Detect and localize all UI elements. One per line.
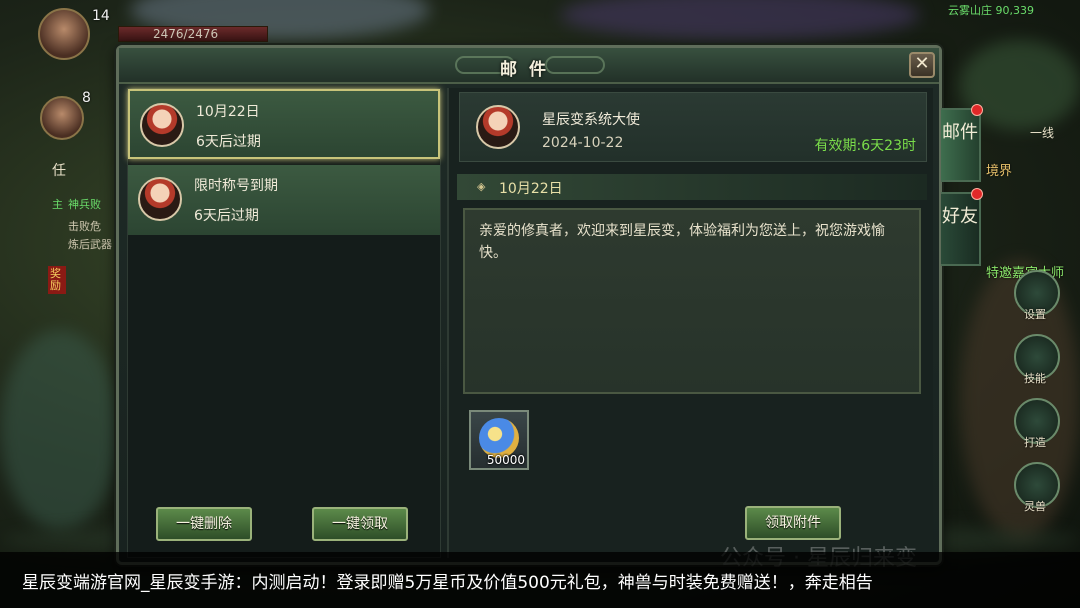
notification-dot-icon <box>971 188 983 200</box>
claim-all-button[interactable]: 一键领取 <box>312 507 408 541</box>
skills-label: 技能 <box>1024 372 1046 385</box>
map-coordinates: 云雾山庄 90,339 <box>948 4 1034 17</box>
star-coin-icon <box>479 418 519 458</box>
mail-list-item[interactable]: 10月22日 6天后过期 <box>128 89 440 159</box>
mail-body: 亲爱的修真者，欢迎来到星辰变，体验福利为您送上，祝您游戏愉快。 <box>463 208 921 394</box>
delete-all-button[interactable]: 一键删除 <box>156 507 252 541</box>
task-line-1[interactable]: 神兵败 <box>68 196 101 212</box>
window-title-bar: 邮件 ✕ <box>119 48 939 84</box>
server-line[interactable]: 一线 <box>1030 124 1054 141</box>
task-main-tag: 主 <box>52 198 63 211</box>
task-tab[interactable]: 任 <box>52 160 66 180</box>
mail-body-text: 亲爱的修真者，欢迎来到星辰变，体验福利为您送上，祝您游戏愉快。 <box>479 223 885 261</box>
task-line-2: 击败危 <box>68 220 101 233</box>
reward-tag: 奖励 <box>48 266 66 294</box>
tab-mail[interactable]: 邮件 <box>941 104 983 182</box>
diamond-icon: ◈ <box>477 180 486 193</box>
realm-label: 境界 <box>986 164 1013 179</box>
mail-expiry: 6天后过期 <box>196 134 261 150</box>
mail-list-item[interactable]: 限时称号到期 6天后过期 <box>128 165 440 235</box>
validity-text: 有效期:6天23时 <box>814 138 916 154</box>
window-title: 邮件 <box>500 60 558 80</box>
sender-avatar <box>140 103 184 147</box>
caption-bar: 星辰变端游官网_星辰变手游：内测启动！登录即赠5万星币及价值500元礼包，神兽与… <box>0 552 1080 608</box>
subject-bar: ◈ 10月22日 <box>457 174 927 200</box>
task-tab-label: 任 <box>52 163 66 179</box>
mail-title: 10月22日 <box>196 104 260 120</box>
task-line-3: 炼后武器 <box>68 238 112 251</box>
mail-expiry: 6天后过期 <box>194 208 259 224</box>
mail-list: 10月22日 6天后过期 限时称号到期 6天后过期 一键删除 一键领取 <box>127 88 441 558</box>
sender-name: 星辰变系统大使 <box>542 112 640 128</box>
settings-label: 设置 <box>1024 308 1046 321</box>
hp-text: 2476/2476 <box>153 27 219 41</box>
tab-mail-label: 邮件 <box>942 122 978 143</box>
sender-avatar <box>476 105 520 149</box>
mail-window: 邮件 ✕ 10月22日 6天后过期 限时称号到期 6天后过期 一键删除 一键领取… <box>116 45 942 565</box>
hp-bar: 2476/2476 <box>118 26 268 42</box>
player-level: 14 <box>92 8 110 24</box>
spirit-beast-label: 灵兽 <box>1024 500 1046 513</box>
pet-level: 8 <box>82 90 91 106</box>
mail-date: 2024-10-22 <box>542 135 624 151</box>
mail-title: 限时称号到期 <box>194 178 278 194</box>
forge-label: 打造 <box>1024 436 1046 449</box>
sender-header: 星辰变系统大使 2024-10-22 有效期:6天23时 <box>459 92 927 162</box>
mail-detail: 星辰变系统大使 2024-10-22 有效期:6天23时 ◈ 10月22日 亲爱… <box>447 88 933 558</box>
notification-dot-icon <box>971 104 983 116</box>
tab-friends[interactable]: 好友 <box>941 188 983 266</box>
close-button[interactable]: ✕ <box>909 52 935 78</box>
pet-avatar[interactable] <box>40 96 84 140</box>
player-avatar[interactable] <box>38 8 90 60</box>
attachment-slot[interactable]: 50000 <box>469 410 529 470</box>
claim-attachment-button[interactable]: 领取附件 <box>745 506 841 540</box>
attachment-quantity: 50000 <box>486 453 525 467</box>
sender-avatar <box>138 177 182 221</box>
tab-friends-label: 好友 <box>942 206 978 227</box>
caption-text: 星辰变端游官网_星辰变手游：内测启动！登录即赠5万星币及价值500元礼包，神兽与… <box>22 573 873 593</box>
mail-subject: 10月22日 <box>499 181 563 197</box>
